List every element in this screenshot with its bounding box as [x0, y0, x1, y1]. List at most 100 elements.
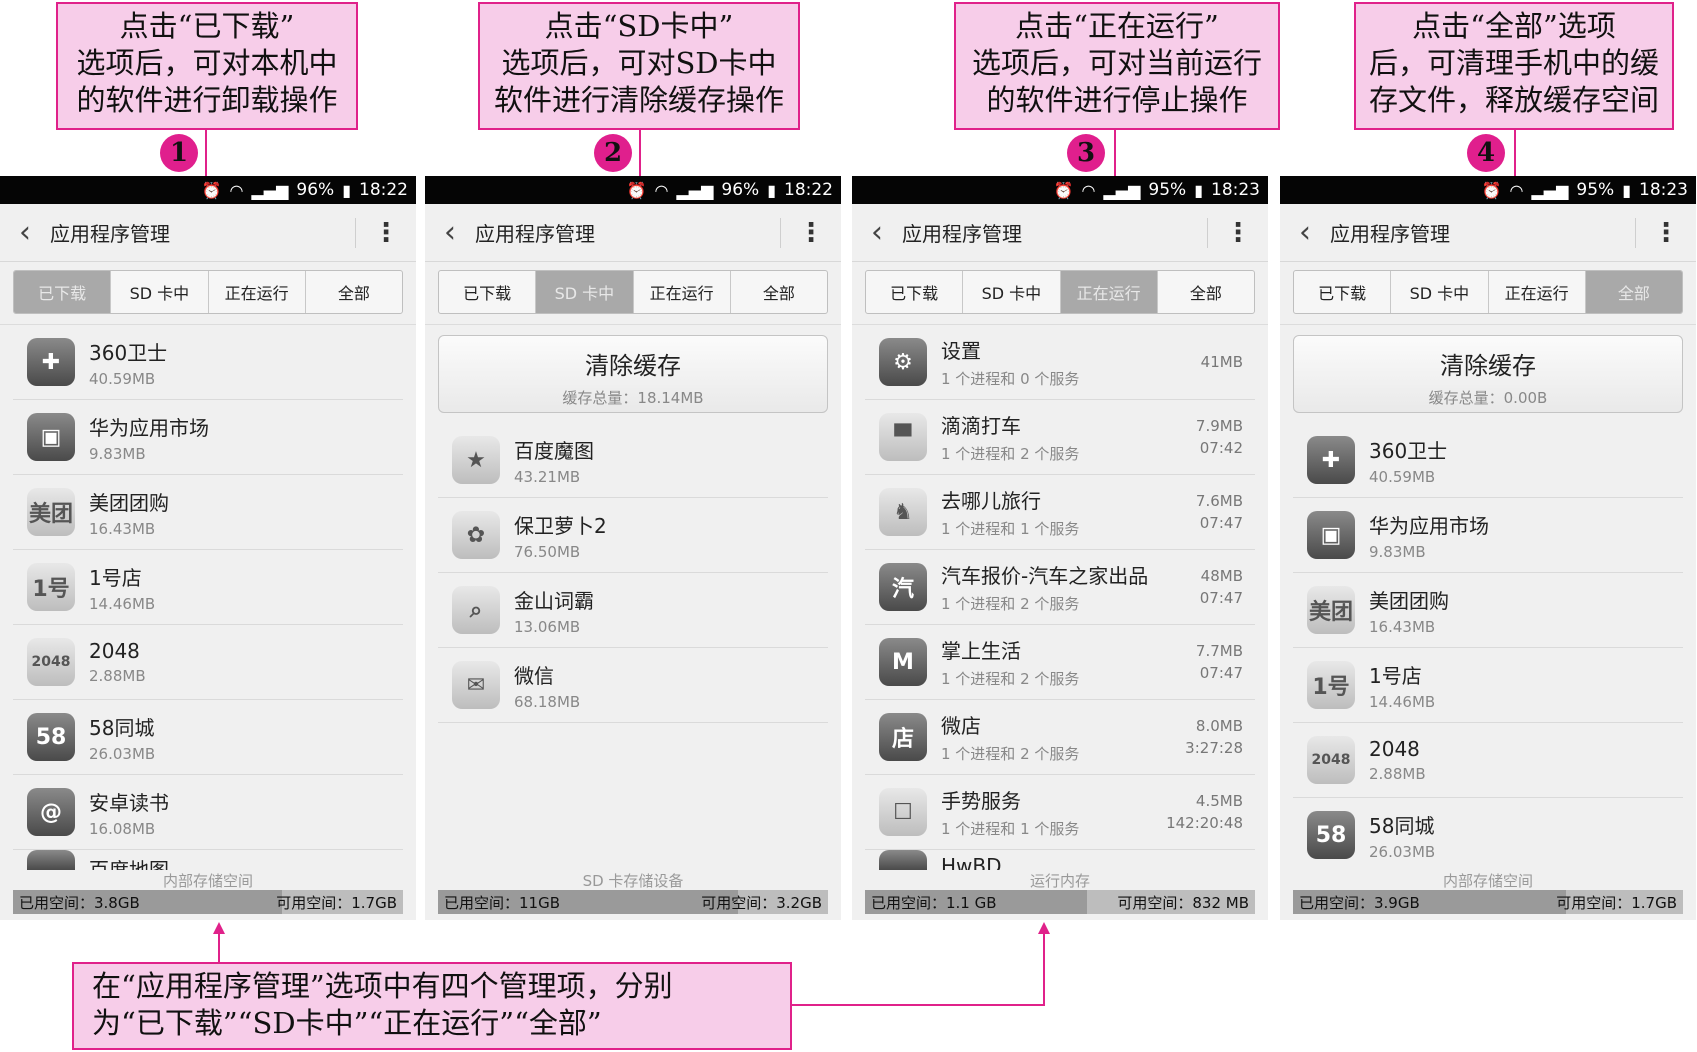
camel-icon: ♞ [879, 488, 927, 536]
tab-downloaded[interactable]: 已下载 [439, 271, 537, 313]
2048-icon: 2048 [27, 638, 75, 686]
wand-icon: ★ [452, 436, 500, 484]
list-item-partial[interactable]: 百度地图 [13, 850, 403, 870]
more-menu-icon[interactable]: ⋮ [356, 218, 416, 248]
tab-sdcard[interactable]: SD 卡中 [1391, 271, 1489, 313]
storage-label: 内部存储空间 [1442, 872, 1533, 890]
gesture-icon: ☐ [879, 788, 927, 836]
tab-downloaded[interactable]: 已下载 [1294, 271, 1392, 313]
app-memory: 4.5MB [1195, 792, 1243, 810]
list-item[interactable]: M 掌上生活 1 个进程和 2 个服务 7.7MB 07:47 [865, 625, 1255, 700]
step-badge-4: 4 [1467, 134, 1505, 172]
list-item[interactable]: ✚ 360卫士 40.59MB [1293, 423, 1683, 498]
tab-bar: 已下载 SD 卡中 正在运行 全部 [438, 270, 828, 314]
back-icon[interactable]: ‹ [852, 215, 902, 250]
list-item[interactable]: ★ 百度魔图 43.21MB [438, 423, 828, 498]
app-memory: 8.0MB [1195, 717, 1243, 735]
back-icon[interactable]: ‹ [425, 215, 475, 250]
app-name: 安卓读书 [89, 790, 169, 815]
back-icon[interactable]: ‹ [1280, 215, 1330, 250]
tab-downloaded[interactable]: 已下载 [14, 271, 112, 313]
tab-all[interactable]: 全部 [731, 271, 827, 313]
clear-cache-button[interactable]: 清除缓存 缓存总量：18.14MB [438, 335, 828, 413]
app-memory: 7.6MB [1195, 492, 1243, 510]
step-badge-1: 1 [160, 134, 198, 172]
list-item[interactable]: ✚ 360卫士 40.59MB [13, 325, 403, 400]
tab-sdcard[interactable]: SD 卡中 [963, 271, 1061, 313]
app-text: 美团团购 16.43MB [1369, 585, 1683, 636]
list-item[interactable]: 2048 2048 2.88MB [13, 625, 403, 700]
storage-bar: 已用空间：1.1 GB 可用空间：832 MB [865, 890, 1255, 914]
callout-sdcard: 点击“SD卡中” 选项后，可对SD卡中 软件进行清除缓存操作 [478, 2, 800, 130]
status-bar: ⏰ ◠ ▂▄▆ 95% ▮ 18:23 [1280, 176, 1696, 204]
alarm-icon: ⏰ [201, 180, 222, 200]
list-item[interactable]: 1号 1号店 14.46MB [1293, 648, 1683, 723]
more-menu-icon[interactable]: ⋮ [1208, 218, 1268, 248]
tab-all[interactable]: 全部 [1158, 271, 1254, 313]
app-runtime: 3:27:28 [1185, 739, 1243, 757]
list-item[interactable]: 1号 1号店 14.46MB [13, 550, 403, 625]
back-icon[interactable]: ‹ [0, 215, 50, 250]
list-item[interactable]: ✉ 微信 68.18MB [438, 648, 828, 723]
clock: 18:22 [359, 180, 408, 200]
list-item[interactable]: ✿ 保卫萝卜2 76.50MB [438, 498, 828, 573]
clear-cache-button[interactable]: 清除缓存 缓存总量：0.00B [1293, 335, 1683, 413]
more-menu-icon[interactable]: ⋮ [1636, 218, 1696, 248]
storage-used: 已用空间：3.9GB [1299, 893, 1420, 912]
app-text: 微店 1 个进程和 2 个服务 [941, 710, 1185, 764]
tab-running[interactable]: 正在运行 [1060, 271, 1158, 313]
2048-icon: 2048 [1307, 736, 1355, 784]
list-item-partial[interactable]: HwBD [865, 850, 1255, 870]
signal-icon: ▂▄▆ [676, 180, 714, 200]
list-item[interactable]: ⚙ 设置 1 个进程和 0 个服务 41MB [865, 325, 1255, 400]
tab-all[interactable]: 全部 [1585, 271, 1682, 313]
app-name: 百度魔图 [514, 438, 594, 463]
tab-downloaded[interactable]: 已下载 [866, 271, 964, 313]
clear-cache-label: 清除缓存 [585, 352, 681, 380]
tab-running[interactable]: 正在运行 [634, 271, 731, 313]
list-item[interactable]: 店微店 1 个进程和 2 个服务 8.0MB 3:27:28 [865, 700, 1255, 775]
status-bar: ⏰ ◠ ▂▄▆ 96% ▮ 18:22 [425, 176, 841, 204]
list-item[interactable]: ▣ 华为应用市场 9.83MB [1293, 498, 1683, 573]
tab-running[interactable]: 正在运行 [1489, 271, 1586, 313]
app-size: 2.88MB [1369, 765, 1426, 783]
list-item[interactable]: 58 58同城 26.03MB [13, 700, 403, 775]
list-item[interactable]: @ 安卓读书 16.08MB [13, 775, 403, 850]
tab-sdcard[interactable]: SD 卡中 [536, 271, 634, 313]
phone-screen-running: ⏰ ◠ ▂▄▆ 95% ▮ 18:23 ‹ 应用程序管理 ⋮ 已下载 SD 卡中 正在运行 全部 ⚙ 设置 1… [852, 176, 1268, 920]
app-name: HwBD [941, 854, 1002, 870]
app-size: 68.18MB [514, 692, 581, 711]
callout-downloaded: 点击“已下载” 选项后，可对本机中 的软件进行卸载操作 [56, 2, 358, 130]
more-menu-icon[interactable]: ⋮ [781, 218, 841, 248]
list-item[interactable]: 美团 美团团购 16.43MB [13, 475, 403, 550]
list-item[interactable]: ☐ 手势服务 1 个进程和 1 个服务 4.5MB 142:20:48 [865, 775, 1255, 850]
app-text: 安卓读书 16.08MB [89, 787, 403, 838]
app-text: 保卫萝卜2 76.50MB [514, 510, 828, 561]
tab-all[interactable]: 全部 [306, 271, 402, 313]
app-text: 华为应用市场 9.83MB [89, 412, 403, 463]
app-memory: 41MB [1200, 353, 1243, 371]
tab-running[interactable]: 正在运行 [209, 271, 306, 313]
list-item[interactable]: ♞ 去哪儿旅行 1 个进程和 1 个服务 7.6MB 07:47 [865, 475, 1255, 550]
list-item[interactable]: 美团 美团团购 16.43MB [1293, 573, 1683, 648]
app-text: 去哪儿旅行 1 个进程和 1 个服务 [941, 485, 1196, 539]
app-name: 华为应用市场 [89, 415, 209, 440]
taxi-icon: ▀ [879, 413, 927, 461]
storage-footer: 运行内存 已用空间：1.1 GB 可用空间：832 MB [852, 872, 1268, 920]
tab-sdcard[interactable]: SD 卡中 [111, 271, 209, 313]
app-name: 360卫士 [89, 340, 168, 365]
appmarket-icon: ▣ [27, 413, 75, 461]
app-name: 华为应用市场 [1369, 513, 1489, 538]
meituan-icon: 美团 [1307, 586, 1355, 634]
list-item[interactable]: 汽汽车报价-汽车之家出品 1 个进程和 2 个服务 48MB 07:47 [865, 550, 1255, 625]
app-text: 360卫士 40.59MB [89, 337, 403, 388]
list-item[interactable]: ▣ 华为应用市场 9.83MB [13, 400, 403, 475]
list-item[interactable]: 2048 2048 2.88MB [1293, 723, 1683, 798]
list-item[interactable]: 58 58同城 26.03MB [1293, 798, 1683, 873]
app-size: 1 个进程和 2 个服务 [941, 745, 1080, 763]
list-item[interactable]: ⌕ 金山词霸 13.06MB [438, 573, 828, 648]
list-item[interactable]: ▀ 滴滴打车 1 个进程和 2 个服务 7.9MB 07:42 [865, 400, 1255, 475]
app-text: 58同城 26.03MB [1369, 810, 1683, 861]
signal-icon: ▂▄▆ [1103, 180, 1141, 200]
wifi-icon: ◠ [654, 180, 669, 200]
